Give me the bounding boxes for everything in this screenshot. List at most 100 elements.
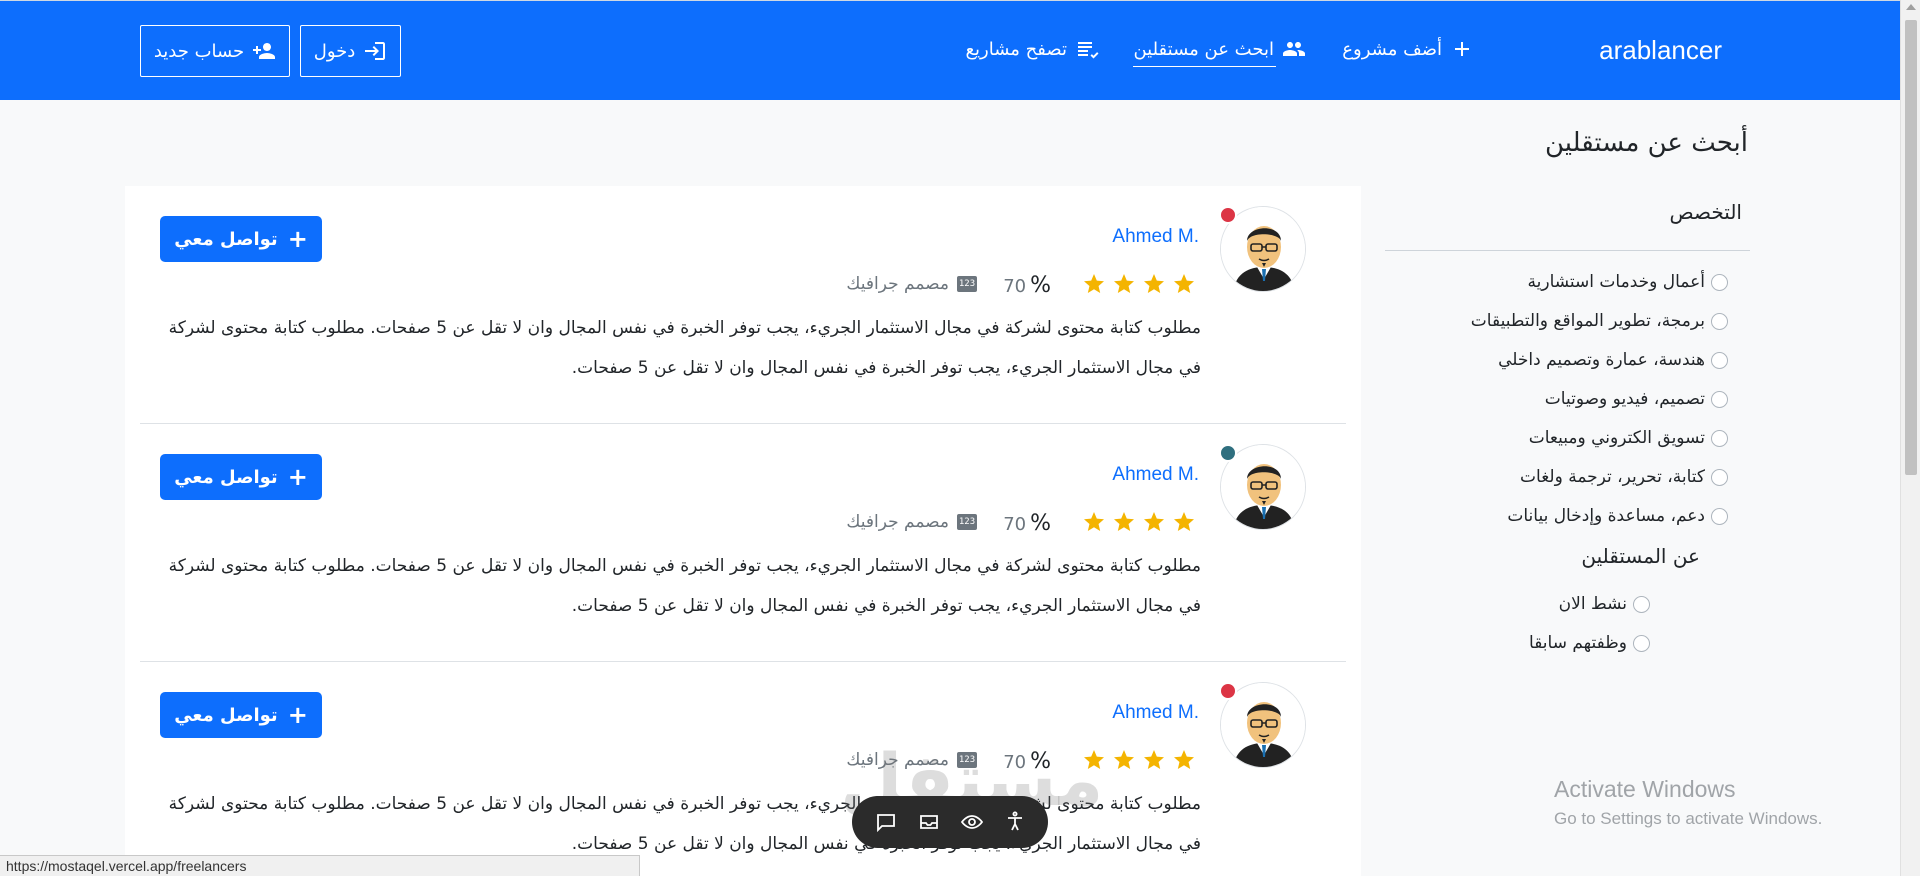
- filter-option-design[interactable]: تصميم، فيديو وصوتيات: [1545, 389, 1728, 409]
- star-icon: [1174, 274, 1194, 293]
- page-title: أبحث عن مستقلين: [1545, 128, 1748, 158]
- star-icon: [1114, 274, 1134, 293]
- radio-button[interactable]: [1711, 312, 1728, 330]
- activate-title: Activate Windows: [1554, 776, 1736, 802]
- nav-browse-projects-label: تصفح مشاريع: [965, 38, 1067, 60]
- star-icon: [1084, 512, 1104, 531]
- freelancer-name[interactable]: Ahmed M.: [1112, 464, 1199, 486]
- star-icon: [1144, 512, 1164, 531]
- freelancer-name[interactable]: Ahmed M.: [1112, 702, 1199, 724]
- completion-rate: 70 %: [1003, 273, 1051, 298]
- people-icon: [1283, 42, 1305, 56]
- activate-subtitle: Go to Settings to activate Windows.: [1554, 809, 1823, 828]
- star-icon: [1174, 750, 1194, 769]
- signup-button[interactable]: حساب جديد: [140, 25, 290, 77]
- plus-icon: [1455, 42, 1469, 56]
- browser-status-url: https://mostaqel.vercel.app/freelancers: [0, 855, 640, 876]
- star-icon: [1114, 750, 1134, 769]
- freelancer-role: 123 مصمم جرافيك: [846, 274, 977, 294]
- star-icon: [1174, 512, 1194, 531]
- plus-icon: +: [287, 701, 308, 729]
- star-icon: [1144, 750, 1164, 769]
- radio-button[interactable]: [1711, 273, 1728, 291]
- chat-icon[interactable]: [874, 810, 898, 834]
- radio-button[interactable]: [1711, 351, 1728, 369]
- freelancer-card: Ahmed M. 70 % 123 مصمم جرافيك مطلوب كتاب…: [125, 662, 1361, 876]
- vertical-scrollbar[interactable]: [1900, 0, 1920, 876]
- freelancer-card: Ahmed M. 70 % 123 مصمم جرافيك مطلوب كتاب…: [125, 424, 1361, 662]
- radio-button[interactable]: [1633, 595, 1650, 613]
- radio-button[interactable]: [1711, 429, 1728, 447]
- role-label: مصمم جرافيك: [846, 512, 949, 532]
- active-underline: [1133, 66, 1276, 67]
- status-dot: [1219, 682, 1237, 700]
- nav-add-project[interactable]: أضف مشروع: [1342, 37, 1474, 61]
- star-icon: [1114, 512, 1134, 531]
- status-dot: [1219, 444, 1237, 462]
- filter-option-active-now[interactable]: نشط الان: [1559, 594, 1650, 614]
- accessibility-icon[interactable]: [1003, 810, 1027, 834]
- contact-me-label: تواصل معي: [174, 228, 278, 250]
- filter-option-hired-before[interactable]: وظفتهم سابقا: [1529, 633, 1650, 653]
- filter-option-support[interactable]: دعم، مساعدة وإدخال بيانات: [1507, 506, 1728, 526]
- status-dot: [1219, 206, 1237, 224]
- login-icon: [365, 42, 386, 60]
- plus-icon: +: [287, 225, 308, 253]
- login-button[interactable]: دخول: [300, 25, 401, 77]
- freelancer-description: مطلوب كتابة محتوى لشركة في مجال الاستثما…: [168, 556, 1201, 616]
- numbers-icon: 123: [957, 514, 977, 530]
- filter-option-label: نشط الان: [1558, 594, 1627, 614]
- rating-stars: [1082, 510, 1196, 534]
- rating-stars: [1082, 272, 1196, 296]
- plus-icon: +: [287, 463, 308, 491]
- nav-browse-projects[interactable]: تصفح مشاريع: [965, 37, 1099, 61]
- radio-button[interactable]: [1633, 634, 1650, 652]
- person-add-icon: [253, 43, 276, 59]
- floating-toolbar: [852, 796, 1048, 848]
- signup-label: حساب جديد: [153, 40, 245, 62]
- contact-me-button[interactable]: + تواصل معي: [160, 216, 322, 262]
- filter-option-label: أعمال وخدمات استشارية: [1527, 272, 1705, 292]
- brand-logo[interactable]: arablancer: [1599, 35, 1722, 66]
- filter-option-engineering[interactable]: هندسة، عمارة وتصميم داخلي: [1498, 350, 1728, 370]
- list-icon: [1078, 42, 1099, 59]
- star-icon: [1084, 274, 1104, 293]
- filter-option-label: كتابة، تحرير، ترجمة ولغات: [1520, 467, 1705, 487]
- nav-find-freelancers-label: ابحث عن مستقلين: [1133, 38, 1274, 60]
- freelancer-description: مطلوب كتابة محتوى لشركة في مجال الاستثما…: [168, 318, 1201, 378]
- divider: [1385, 250, 1750, 251]
- role-label: مصمم جرافيك: [846, 274, 949, 294]
- filter-option-label: تسويق الكتروني ومبيعات: [1528, 428, 1705, 448]
- completion-rate-value: 70: [1003, 276, 1027, 297]
- radio-button[interactable]: [1711, 468, 1728, 486]
- filter-option-marketing[interactable]: تسويق الكتروني ومبيعات: [1529, 428, 1728, 448]
- nav-add-project-label: أضف مشروع: [1342, 38, 1442, 60]
- freelancer-card: Ahmed M. 70 % 123 مصمم جرافيك مطلوب كتاب…: [125, 186, 1361, 424]
- filter-option-label: تصميم، فيديو وصوتيات: [1544, 389, 1705, 409]
- star-icon: [1144, 274, 1164, 293]
- windows-activation-notice: Activate Windows Go to Settings to activ…: [1554, 776, 1822, 829]
- radio-button[interactable]: [1711, 390, 1728, 408]
- contact-me-label: تواصل معي: [174, 466, 278, 488]
- completion-rate-value: 70: [1003, 514, 1027, 535]
- inbox-icon[interactable]: [917, 810, 941, 834]
- contact-me-label: تواصل معي: [174, 704, 278, 726]
- filter-option-label: برمجة، تطوير المواقع والتطبيقات: [1470, 311, 1705, 331]
- radio-button[interactable]: [1711, 507, 1728, 525]
- contact-me-button[interactable]: + تواصل معي: [160, 692, 322, 738]
- percent-icon: %: [1030, 511, 1051, 536]
- filter-option-consulting[interactable]: أعمال وخدمات استشارية: [1528, 272, 1728, 292]
- nav-find-freelancers[interactable]: ابحث عن مستقلين: [1133, 37, 1306, 67]
- about-freelancers-title: عن المستقلين: [1581, 544, 1700, 568]
- contact-me-button[interactable]: + تواصل معي: [160, 454, 322, 500]
- filter-option-writing[interactable]: كتابة، تحرير، ترجمة ولغات: [1520, 467, 1728, 487]
- numbers-icon: 123: [957, 276, 977, 292]
- freelancer-name[interactable]: Ahmed M.: [1112, 226, 1199, 248]
- freelancer-list: Ahmed M. 70 % 123 مصمم جرافيك مطلوب كتاب…: [125, 186, 1361, 876]
- freelancer-role: 123 مصمم جرافيك: [846, 512, 977, 532]
- filter-option-programming[interactable]: برمجة، تطوير المواقع والتطبيقات: [1471, 311, 1728, 331]
- specialization-title: التخصص: [1669, 200, 1742, 224]
- eye-icon[interactable]: [960, 810, 984, 834]
- scroll-up-icon[interactable]: [1906, 4, 1916, 10]
- scrollbar-thumb[interactable]: [1905, 20, 1917, 475]
